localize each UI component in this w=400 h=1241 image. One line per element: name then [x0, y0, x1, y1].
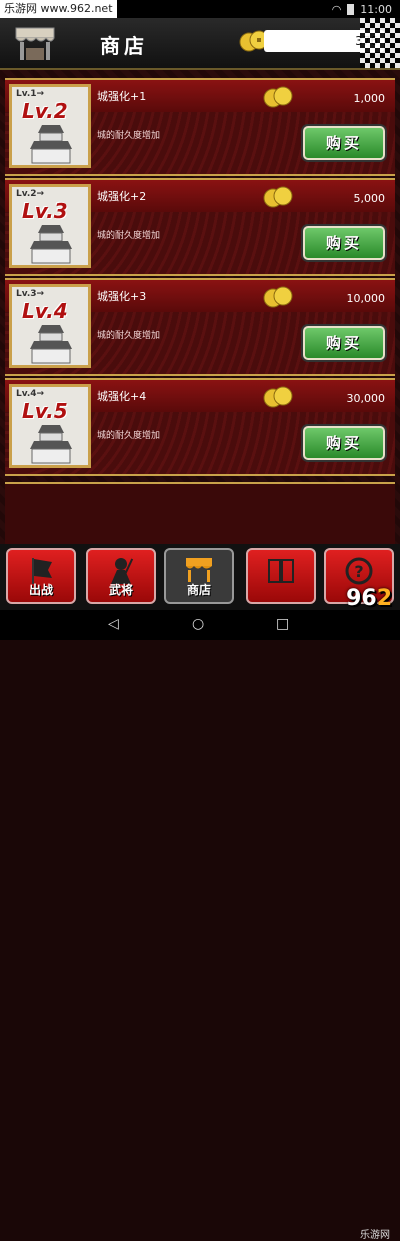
castle-level-thumbnail: Lv.3→ Lv.4: [9, 284, 91, 368]
coins-icon: [263, 86, 293, 108]
status-icons: ◠ 11:00: [332, 3, 400, 16]
castle-icon: [30, 125, 72, 164]
back-icon[interactable]: ◁: [108, 616, 119, 632]
nav-book-button[interactable]: [246, 548, 316, 604]
system-nav-bar: ◁ ○ □ 乐游网: [0, 610, 400, 1241]
page-title: 商店: [100, 34, 148, 58]
coins-icon: [263, 386, 293, 408]
nav-shop-button[interactable]: 商店: [164, 548, 234, 604]
castle-icon: [30, 225, 72, 264]
clock-time: 11:00: [360, 2, 392, 16]
item-price: 5,000: [353, 192, 386, 205]
item-name: 城强化+3: [97, 290, 147, 303]
item-name: 城强化+1: [97, 90, 147, 103]
nav-generals-button[interactable]: 武将: [86, 548, 156, 604]
shop-item: Lv.3→ Lv.4 城强化+3 10,000 城的耐久度增加 购买: [5, 278, 395, 376]
buy-button[interactable]: 购买: [303, 326, 385, 360]
castle-level-thumbnail: Lv.2→ Lv.3: [9, 184, 91, 268]
nav-battle-button[interactable]: 出战: [6, 548, 76, 604]
battery-icon: [347, 3, 355, 15]
buy-button[interactable]: 购买: [303, 426, 385, 460]
level-from: Lv.3→: [16, 289, 45, 299]
buy-button[interactable]: 购买: [303, 226, 385, 260]
checker-decoration: [360, 18, 400, 68]
level-from: Lv.2→: [16, 189, 45, 199]
watermark-text: 乐游网 www.962.net: [0, 0, 117, 18]
castle-icon: [30, 425, 72, 464]
item-description: 城的耐久度增加: [97, 231, 161, 241]
nav-label: 商店: [186, 583, 211, 597]
svg-text:?: ?: [354, 562, 363, 581]
shop-stall-icon: [186, 558, 212, 582]
level-to: Lv.5: [22, 399, 68, 423]
item-name: 城强化+4: [97, 390, 147, 403]
shop-item: Lv.2→ Lv.3 城强化+2 5,000 城的耐久度增加 购买: [5, 178, 395, 276]
shop-item: Lv.4→ Lv.5 城强化+4 30,000 城的耐久度增加 购买: [5, 378, 395, 476]
book-icon: [268, 559, 294, 583]
item-price: 30,000: [346, 392, 386, 405]
buy-button[interactable]: 购买: [303, 126, 385, 160]
shop-stall-icon: [15, 27, 55, 60]
castle-level-thumbnail: Lv.4→ Lv.5: [9, 384, 91, 468]
status-bar: 乐游网 www.962.net ◠ 11:00: [0, 0, 400, 18]
home-icon[interactable]: ○: [192, 616, 204, 632]
watermark-sub: 乐游网: [360, 1230, 390, 1241]
recents-icon[interactable]: □: [276, 616, 289, 632]
shop-item-list[interactable]: Lv.1→ Lv.2 城强化+1 1,000 城的耐久度增加 购买 Lv.2→ …: [0, 70, 400, 544]
castle-level-thumbnail: Lv.1→ Lv.2: [9, 84, 91, 168]
item-description: 城的耐久度增加: [97, 131, 161, 141]
coins-icon: [263, 186, 293, 208]
level-to: Lv.2: [22, 99, 68, 123]
level-to: Lv.4: [22, 299, 68, 323]
wifi-icon: ◠: [331, 2, 342, 16]
item-price: 10,000: [346, 292, 386, 305]
help-question-icon: ?: [345, 557, 373, 585]
bottom-nav: 出战 武将 商店 ?: [0, 544, 400, 610]
item-description: 城的耐久度增加: [97, 431, 161, 441]
item-name: 城强化+2: [97, 190, 147, 203]
watermark-logo: 962: [346, 586, 392, 611]
level-to: Lv.3: [22, 199, 68, 223]
item-price: 1,000: [353, 92, 386, 105]
nav-label: 武将: [108, 583, 133, 597]
castle-icon: [30, 325, 72, 364]
coins-icon: [263, 286, 293, 308]
level-from: Lv.1→: [16, 89, 45, 99]
shop-item: Lv.1→ Lv.2 城强化+1 1,000 城的耐久度增加 购买: [5, 78, 395, 176]
nav-label: 出战: [28, 583, 53, 597]
level-from: Lv.4→: [16, 389, 45, 399]
shop-header: 商店 376: [0, 18, 400, 70]
item-description: 城的耐久度增加: [97, 331, 161, 341]
shop-item-partial: [5, 482, 395, 544]
